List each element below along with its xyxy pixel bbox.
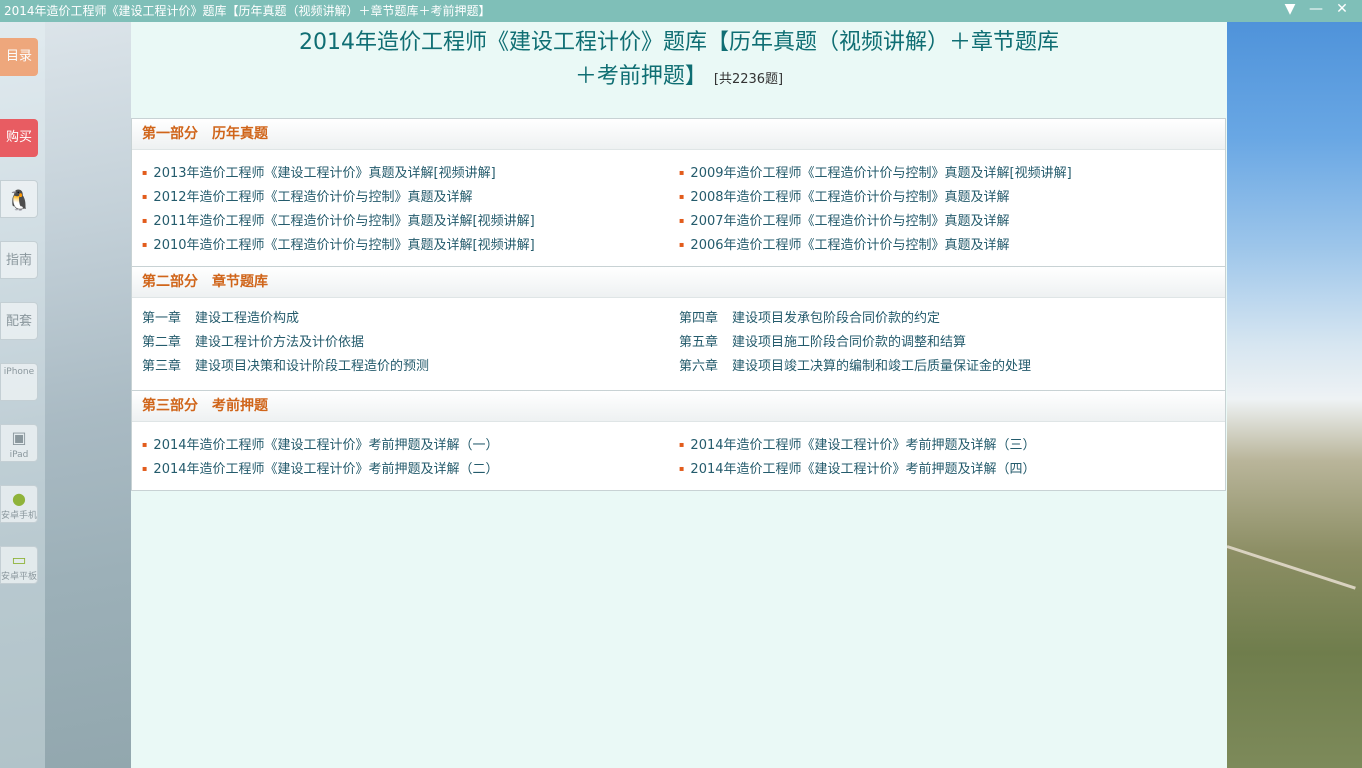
section-header: 第二部分 章节题库 — [132, 267, 1225, 298]
qq-icon: 🐧 — [6, 188, 32, 212]
minimize-button[interactable]: — — [1303, 0, 1329, 18]
tablet-icon: ▣ — [11, 428, 27, 447]
question-count: [共2236题] — [713, 72, 784, 87]
chapter-item[interactable]: 第六章 建设项目竣工决算的编制和竣工后质量保证金的处理 — [679, 355, 1031, 379]
ipad-label: iPad — [9, 450, 29, 460]
iphone-label: iPhone — [3, 367, 35, 377]
section-name: 考前押题 — [212, 398, 268, 414]
page-title-line2: ＋考前押题】 — [574, 64, 707, 89]
android-phone-button[interactable]: ● 安卓手机 — [0, 485, 38, 523]
list-item[interactable]: 2013年造价工程师《建设工程计价》真题及详解[视频讲解] — [142, 161, 535, 185]
dropdown-icon[interactable]: ▼ — [1277, 0, 1303, 18]
list-item[interactable]: 2014年造价工程师《建设工程计价》考前押题及详解（二） — [142, 457, 498, 481]
android-tablet-icon: ▭ — [11, 550, 27, 569]
section-name: 章节题库 — [212, 274, 268, 290]
close-button[interactable]: ✕ — [1329, 0, 1355, 18]
chapter-item[interactable]: 第二章 建设工程计价方法及计价依据 — [142, 331, 429, 355]
section-past-exams: 第一部分历年真题 2013年造价工程师《建设工程计价》真题及详解[视频讲解] 2… — [131, 118, 1226, 268]
list-item[interactable]: 2012年造价工程师《工程造价计价与控制》真题及详解 — [142, 185, 535, 209]
page-title-line1: 2014年造价工程师《建设工程计价》题库【历年真题（视频讲解）＋章节题库 — [299, 30, 1059, 55]
list-item[interactable]: 2014年造价工程师《建设工程计价》考前押题及详解（一） — [142, 433, 498, 457]
list-item[interactable]: 2010年造价工程师《工程造价计价与控制》真题及详解[视频讲解] — [142, 233, 534, 257]
background-right — [1227, 0, 1362, 768]
section-part: 第一部分 — [142, 126, 198, 142]
main-content: 2014年造价工程师《建设工程计价》题库【历年真题（视频讲解）＋章节题库 ＋考前… — [131, 22, 1227, 768]
chapter-item[interactable]: 第三章 建设项目决策和设计阶段工程造价的预测 — [142, 355, 429, 379]
guide-button[interactable]: 指南 — [0, 241, 38, 279]
android-icon: ● — [12, 489, 26, 508]
buy-button[interactable]: 购买 — [0, 119, 38, 157]
section-part: 第三部分 — [142, 398, 198, 414]
list-item[interactable]: 2014年造价工程师《建设工程计价》考前押题及详解（三） — [679, 433, 1035, 457]
section-name: 历年真题 — [212, 126, 268, 142]
list-item[interactable]: 2007年造价工程师《工程造价计价与控制》真题及详解 — [679, 209, 1072, 233]
section-header: 第一部分 历年真题 — [132, 119, 1225, 150]
list-item[interactable]: 2011年造价工程师《工程造价计价与控制》真题及详解[视频讲解] — [142, 209, 534, 233]
android-tablet-label: 安卓平板 — [1, 572, 38, 582]
list-item[interactable]: 2008年造价工程师《工程造价计价与控制》真题及详解 — [679, 185, 1072, 209]
catalog-button[interactable]: 目录 — [0, 38, 38, 76]
android-phone-label: 安卓手机 — [1, 511, 38, 521]
list-item[interactable]: 2009年造价工程师《工程造价计价与控制》真题及详解[视频讲解] — [679, 161, 1071, 185]
list-item[interactable]: 2014年造价工程师《建设工程计价》考前押题及详解（四） — [679, 457, 1035, 481]
qq-button[interactable]: 🐧 — [0, 180, 38, 218]
window-title: 2014年造价工程师《建设工程计价》题库【历年真题（视频讲解）＋章节题库＋考前押… — [4, 4, 491, 18]
page-title: 2014年造价工程师《建设工程计价》题库【历年真题（视频讲解）＋章节题库 ＋考前… — [131, 26, 1227, 97]
section-chapter-bank: 第二部分 章节题库 第一章 建设工程造价构成 第二章 建设工程计价方法及计价依据 第三… — [131, 266, 1226, 392]
android-tablet-button[interactable]: ▭ 安卓平板 — [0, 546, 38, 584]
chapter-item[interactable]: 第五章 建设项目施工阶段合同价款的调整和结算 — [679, 331, 1031, 355]
iphone-button[interactable]: iPhone — [0, 363, 38, 401]
chapter-item[interactable]: 第四章 建设项目发承包阶段合同价款的约定 — [679, 307, 1031, 331]
ipad-button[interactable]: ▣ iPad — [0, 424, 38, 462]
chapter-item[interactable]: 第一章 建设工程造价构成 — [142, 307, 429, 331]
section-header: 第三部分 考前押题 — [132, 391, 1225, 422]
section-part: 第二部分 — [142, 274, 198, 290]
section-mock-exams: 第三部分考前押题 2014年造价工程师《建设工程计价》考前押题及详解（一） 20… — [131, 390, 1226, 491]
sidebar: 目录 购买 🐧 指南 配套 iPhone ▣ iPad ● 安卓手机 ▭ 安卓平… — [0, 22, 45, 768]
list-item[interactable]: 2006年造价工程师《工程造价计价与控制》真题及详解 — [679, 233, 1072, 257]
title-bar: 2014年造价工程师《建设工程计价》题库【历年真题（视频讲解）＋章节题库＋考前押… — [0, 0, 1362, 22]
config-button[interactable]: 配套 — [0, 302, 38, 340]
